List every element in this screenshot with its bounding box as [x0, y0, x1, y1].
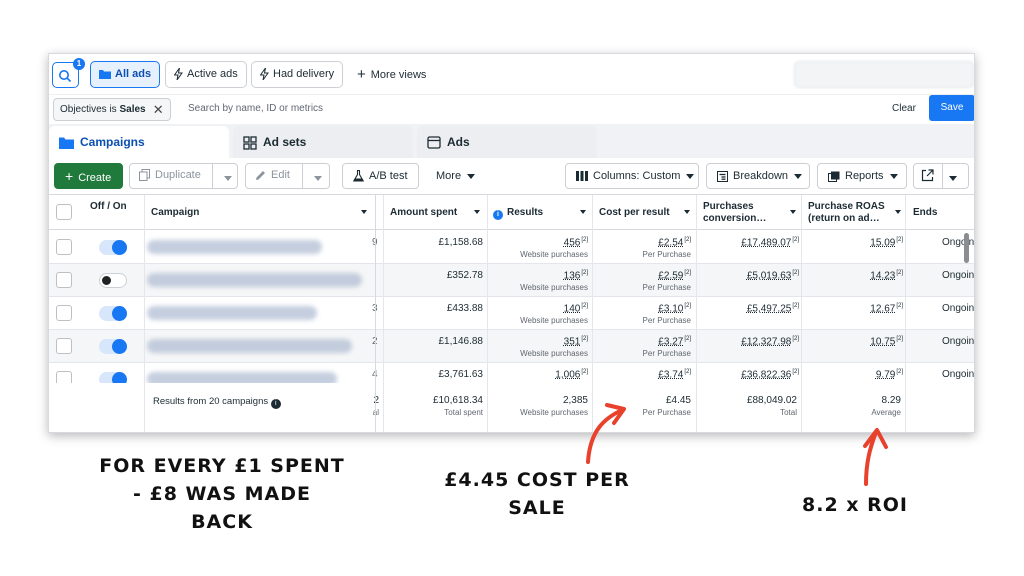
red-arrow-icon [863, 428, 888, 486]
red-arrow-icon [586, 403, 626, 464]
annotation-arrows [586, 403, 888, 486]
